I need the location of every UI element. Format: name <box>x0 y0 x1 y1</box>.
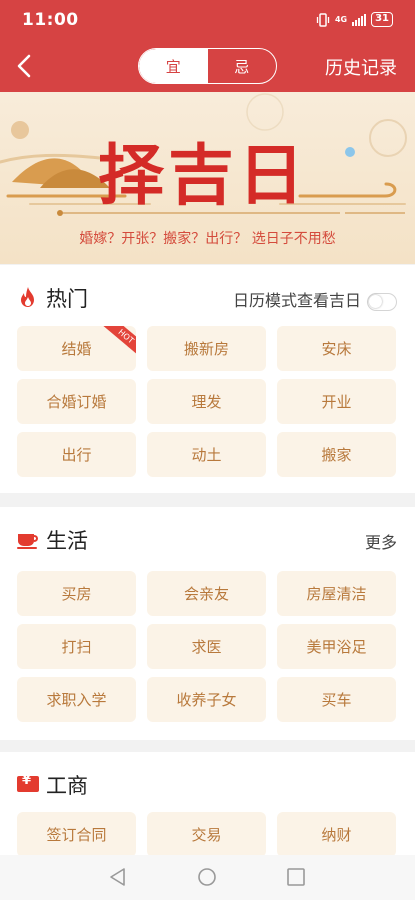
system-nav-bar <box>0 855 415 900</box>
hot-section: 热门 日历模式查看吉日 结婚 HOT 搬新房 安床 合婚订婚 理发 开业 出行 动… <box>0 265 415 493</box>
hot-item-move-new-house[interactable]: 搬新房 <box>147 326 266 371</box>
business-item-label: 纳财 <box>321 826 352 844</box>
hot-item-label: 结婚 <box>61 340 92 358</box>
life-more-link[interactable]: 更多 <box>365 529 397 553</box>
life-item-label: 买房 <box>61 585 92 603</box>
business-item-label: 签订合同 <box>46 826 107 844</box>
business-item-collect-wealth[interactable]: 纳财 <box>277 812 396 857</box>
calendar-mode-row: 日历模式查看吉日 <box>233 287 397 311</box>
hot-item-groundbreaking[interactable]: 动土 <box>147 432 266 477</box>
business-title: 工商 <box>46 774 88 798</box>
hot-item-moving[interactable]: 搬家 <box>277 432 396 477</box>
hot-item-label: 出行 <box>61 446 92 464</box>
nav-recents-icon[interactable] <box>286 867 306 887</box>
hot-item-label: 搬新房 <box>183 340 229 358</box>
header: 11:00 4G 31 宜 忌 历史记录 <box>0 0 415 92</box>
status-icons: 4G 31 <box>316 12 393 27</box>
life-item-label: 美甲浴足 <box>306 638 367 656</box>
battery-level: 31 <box>375 13 389 24</box>
business-item-trade[interactable]: 交易 <box>147 812 266 857</box>
back-arrow-icon[interactable] <box>14 52 36 80</box>
nav-back-icon[interactable] <box>108 867 128 887</box>
hot-title: 热门 <box>46 287 88 311</box>
life-item-label: 买车 <box>321 691 352 709</box>
calendar-mode-label: 日历模式查看吉日 <box>232 291 361 310</box>
good-bad-switch: 宜 忌 <box>138 48 277 84</box>
life-item-job-school[interactable]: 求职入学 <box>17 677 136 722</box>
hot-item-travel[interactable]: 出行 <box>17 432 136 477</box>
business-item-label: 交易 <box>191 826 222 844</box>
banner-title: 择吉日 <box>98 136 308 214</box>
hot-item-label: 理发 <box>191 393 222 411</box>
life-section: 生活 更多 买房 会亲友 房屋清洁 打扫 求医 美甲浴足 求职入学 收养子女 买… <box>0 507 415 740</box>
vibrate-icon <box>316 12 330 27</box>
banner: 择吉日 婚嫁？开张？搬家？出行？ 选日子不用愁 <box>0 92 415 264</box>
hot-grid: 结婚 HOT 搬新房 安床 合婚订婚 理发 开业 出行 动土 搬家 <box>17 326 396 477</box>
life-item-label: 打扫 <box>61 638 92 656</box>
hot-item-label: 开业 <box>321 393 352 411</box>
tab-bad[interactable]: 忌 <box>208 49 277 83</box>
hot-ribbon: HOT <box>103 326 136 357</box>
banner-subtitle: 婚嫁？开张？搬家？出行？ 选日子不用愁 <box>79 231 336 247</box>
business-section: ¥ 工商 签订合同 交易 纳财 <box>0 752 415 862</box>
flame-icon <box>21 287 34 307</box>
calendar-mode-toggle[interactable] <box>367 292 397 311</box>
nav-bar: 宜 忌 历史记录 <box>0 40 415 92</box>
life-item-adoption[interactable]: 收养子女 <box>147 677 266 722</box>
hot-item-label: 动土 <box>191 446 222 464</box>
hot-item-wedding[interactable]: 结婚 HOT <box>17 326 136 371</box>
hot-item-haircut[interactable]: 理发 <box>147 379 266 424</box>
coffee-cup-icon <box>17 534 38 549</box>
tab-good[interactable]: 宜 <box>139 49 208 83</box>
business-item-sign-contract[interactable]: 签订合同 <box>17 812 136 857</box>
life-item-label: 求职入学 <box>46 691 107 709</box>
history-link[interactable]: 历史记录 <box>325 54 397 80</box>
network-type: 4G <box>334 14 348 24</box>
signal-icon <box>352 13 367 26</box>
life-item-buy-house[interactable]: 买房 <box>17 571 136 616</box>
life-item-manicure-spa[interactable]: 美甲浴足 <box>277 624 396 669</box>
hot-item-label: 安床 <box>321 340 352 358</box>
hot-header: 热门 日历模式查看吉日 <box>0 265 415 325</box>
battery-icon: 31 <box>371 12 393 27</box>
status-time: 11:00 <box>22 10 79 30</box>
life-item-meet-friends[interactable]: 会亲友 <box>147 571 266 616</box>
business-grid: 签订合同 交易 纳财 <box>17 812 396 857</box>
life-header: 生活 更多 <box>0 507 415 567</box>
hot-item-install-bed[interactable]: 安床 <box>277 326 396 371</box>
hot-item-label: 合婚订婚 <box>46 393 107 411</box>
status-bar: 11:00 4G 31 <box>0 0 415 40</box>
life-item-seek-doctor[interactable]: 求医 <box>147 624 266 669</box>
life-item-label: 求医 <box>191 638 222 656</box>
life-item-label: 房屋清洁 <box>306 585 367 603</box>
hot-item-open-business[interactable]: 开业 <box>277 379 396 424</box>
life-grid: 买房 会亲友 房屋清洁 打扫 求医 美甲浴足 求职入学 收养子女 买车 <box>17 571 396 722</box>
business-header: ¥ 工商 <box>0 752 415 812</box>
life-item-buy-car[interactable]: 买车 <box>277 677 396 722</box>
yuan-glyph: ¥ <box>22 773 32 788</box>
hot-item-engagement[interactable]: 合婚订婚 <box>17 379 136 424</box>
life-item-house-cleaning[interactable]: 房屋清洁 <box>277 571 396 616</box>
hot-item-label: 搬家 <box>321 446 352 464</box>
life-item-label: 会亲友 <box>183 585 229 603</box>
nav-home-icon[interactable] <box>197 867 217 887</box>
life-item-sweeping[interactable]: 打扫 <box>17 624 136 669</box>
life-title: 生活 <box>46 529 88 553</box>
life-item-label: 收养子女 <box>176 691 237 709</box>
